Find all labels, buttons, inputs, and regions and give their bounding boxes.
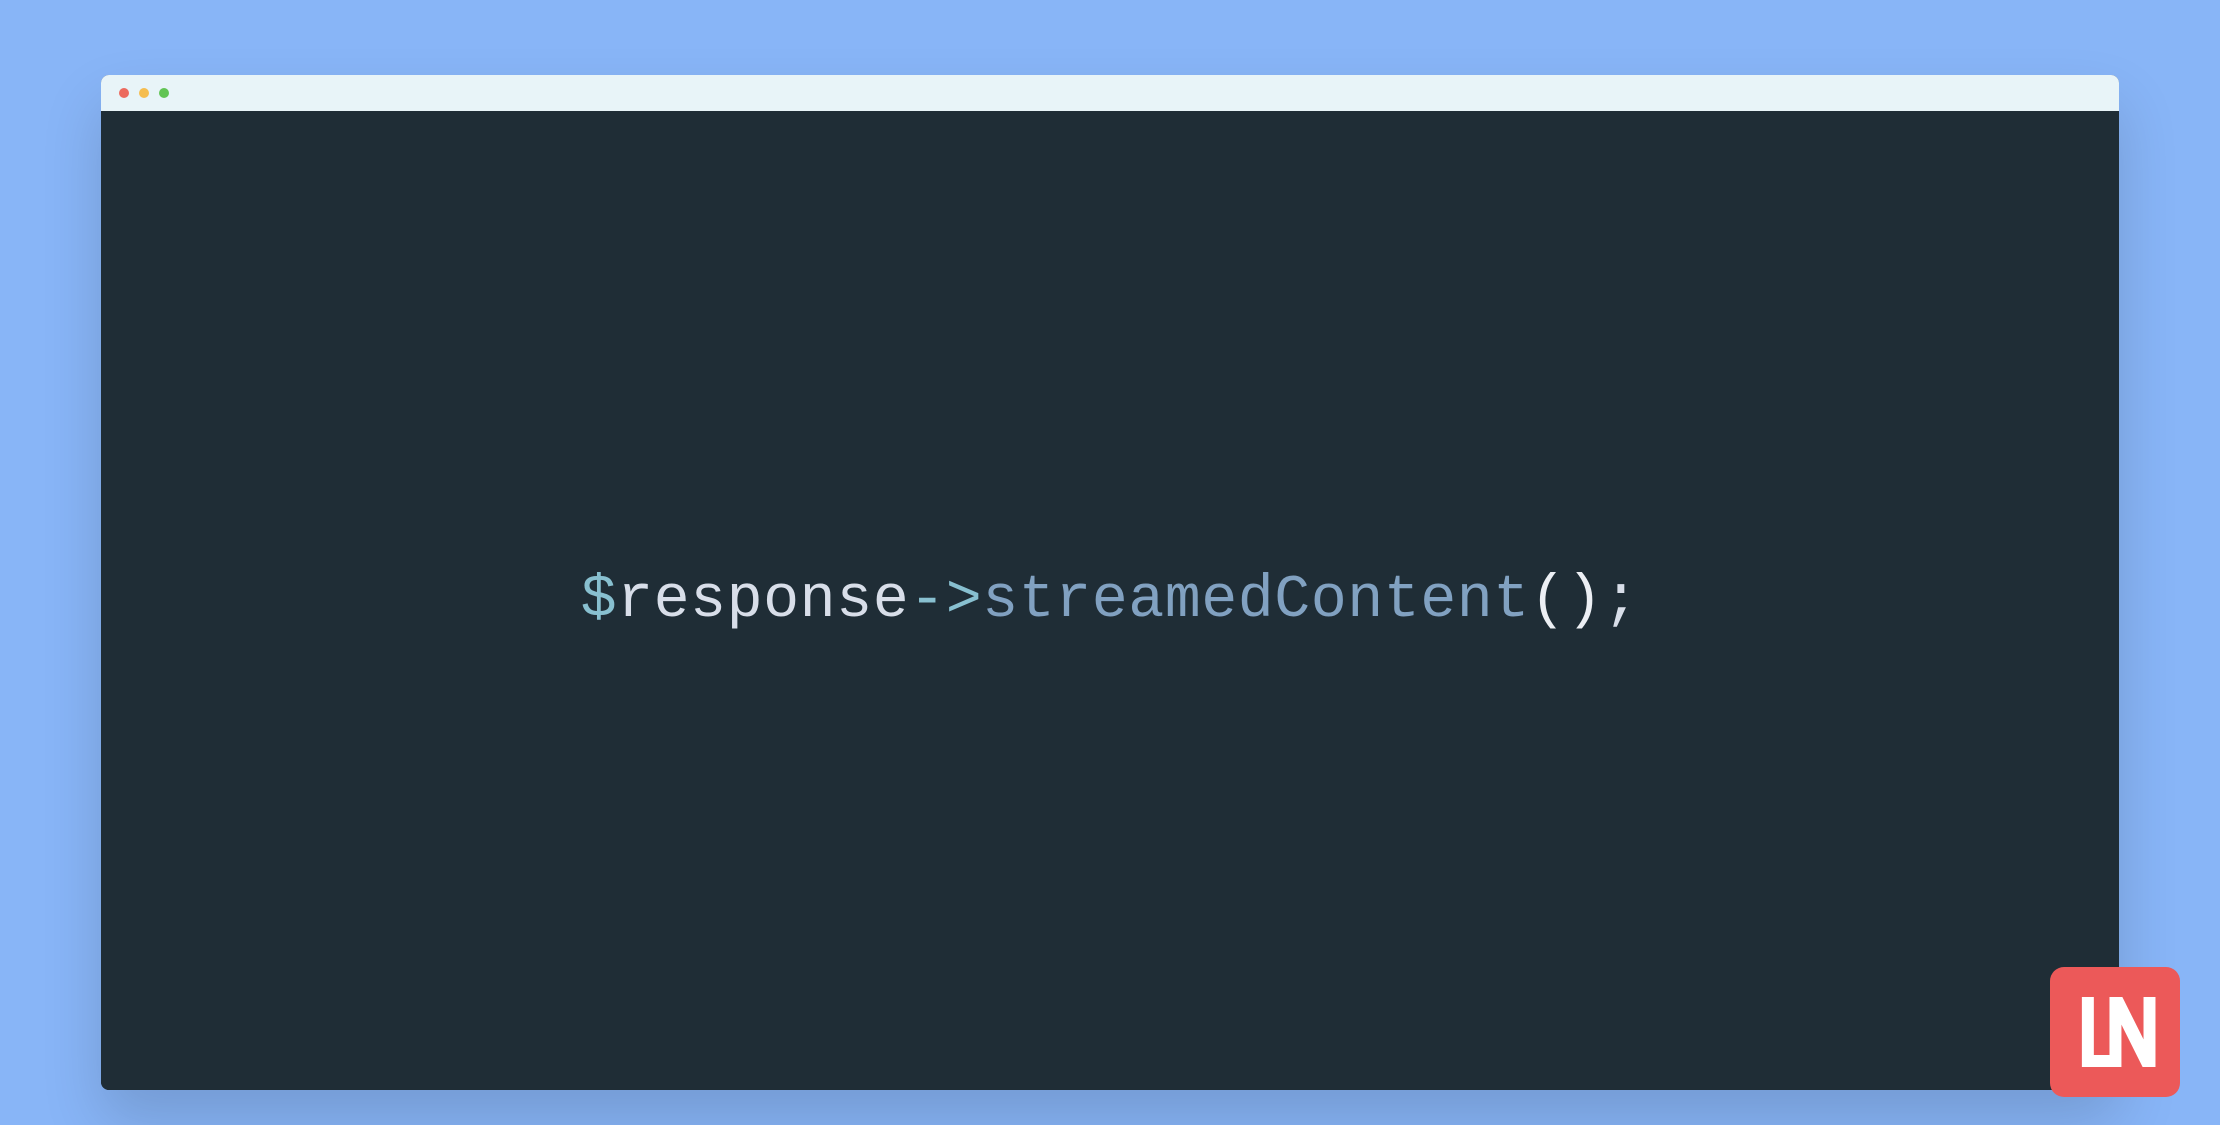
token-method: streamedContent — [982, 567, 1530, 635]
token-variable: response — [617, 567, 909, 635]
token-arrow: -> — [909, 567, 982, 635]
token-open-paren: ( — [1530, 567, 1567, 635]
token-close-paren: ) — [1566, 567, 1603, 635]
window-titlebar — [101, 75, 2119, 111]
token-dollar: $ — [581, 567, 618, 635]
close-icon[interactable] — [119, 88, 129, 98]
maximize-icon[interactable] — [159, 88, 169, 98]
ln-logo-svg — [2069, 986, 2161, 1078]
code-editor: $response->streamedContent(); — [101, 111, 2119, 1090]
code-line: $response->streamedContent(); — [581, 567, 1640, 635]
token-semicolon: ; — [1603, 567, 1640, 635]
editor-window: $response->streamedContent(); — [101, 75, 2119, 1090]
minimize-icon[interactable] — [139, 88, 149, 98]
brand-logo-icon — [2050, 967, 2180, 1097]
